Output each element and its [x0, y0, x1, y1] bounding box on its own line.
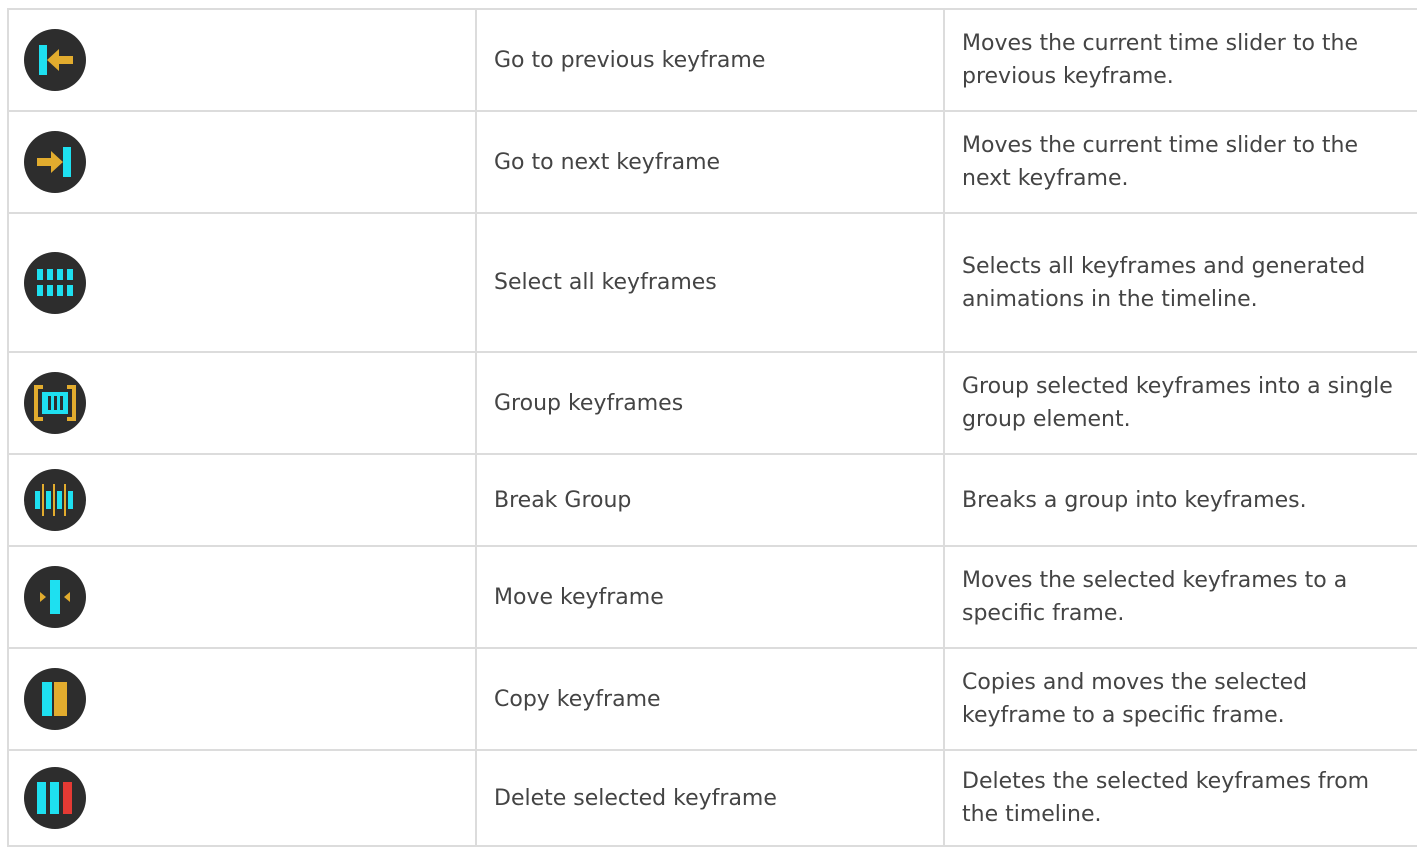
keyframe-tools-table: Go to previous keyframe Moves the curren… [7, 8, 1417, 847]
table-row: Select all keyframes Selects all keyfram… [7, 212, 1417, 353]
tool-description: Group selected keyframes into a single g… [943, 351, 1417, 455]
tool-name: Move keyframe [475, 545, 945, 649]
tool-description: Copies and moves the selected keyframe t… [943, 647, 1417, 751]
icon-cell [7, 545, 477, 649]
tool-name: Delete selected keyframe [475, 749, 945, 847]
tool-name: Select all keyframes [475, 212, 945, 353]
tool-description: Deletes the selected keyframes from the … [943, 749, 1417, 847]
tool-description: Moves the current time slider to the nex… [943, 110, 1417, 214]
next-keyframe-icon [22, 129, 88, 195]
icon-cell [7, 212, 477, 353]
tool-description: Selects all keyframes and generated anim… [943, 212, 1417, 353]
icon-cell [7, 110, 477, 214]
tool-name: Copy keyframe [475, 647, 945, 751]
icon-cell [7, 351, 477, 455]
tool-name: Break Group [475, 453, 945, 547]
copy-keyframe-icon [22, 666, 88, 732]
table-row: Copy keyframe Copies and moves the selec… [7, 647, 1417, 751]
table-row: Delete selected keyframe Deletes the sel… [7, 749, 1417, 847]
table-row: Move keyframe Moves the selected keyfram… [7, 545, 1417, 649]
move-keyframe-icon [22, 564, 88, 630]
break-group-icon [22, 467, 88, 533]
tool-name: Go to next keyframe [475, 110, 945, 214]
previous-keyframe-icon [22, 27, 88, 93]
tool-name: Group keyframes [475, 351, 945, 455]
delete-keyframe-icon [22, 765, 88, 831]
select-all-keyframes-icon [22, 250, 88, 316]
icon-cell [7, 749, 477, 847]
table-row: Break Group Breaks a group into keyframe… [7, 453, 1417, 547]
tool-description: Breaks a group into keyframes. [943, 453, 1417, 547]
table-row: Go to previous keyframe Moves the curren… [7, 8, 1417, 112]
group-keyframes-icon [22, 370, 88, 436]
table-row: Go to next keyframe Moves the current ti… [7, 110, 1417, 214]
tool-description: Moves the current time slider to the pre… [943, 8, 1417, 112]
icon-cell [7, 8, 477, 112]
icon-cell [7, 647, 477, 751]
icon-cell [7, 453, 477, 547]
keyframe-toolbar-reference: Go to previous keyframe Moves the curren… [7, 8, 1417, 847]
table-row: Group keyframes Group selected keyframes… [7, 351, 1417, 455]
tool-name: Go to previous keyframe [475, 8, 945, 112]
tool-description: Moves the selected keyframes to a specif… [943, 545, 1417, 649]
